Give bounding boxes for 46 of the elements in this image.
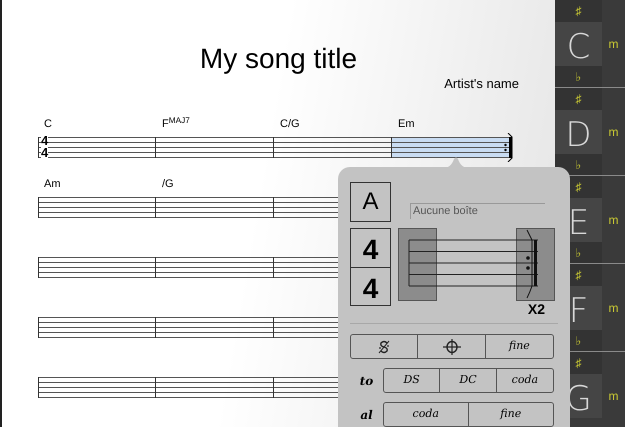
staff-measure[interactable]	[38, 257, 156, 278]
chord-symbol[interactable]: F$^{MAJ7}$	[162, 118, 190, 130]
staff-measure[interactable]	[156, 197, 274, 218]
chord-symbol[interactable]: C	[44, 118, 52, 130]
chord-symbol[interactable]: Em	[398, 118, 414, 130]
sharp-key[interactable]: ♯	[555, 88, 602, 110]
repeat-count: X2	[528, 302, 545, 317]
time-signature-bottom: 4	[41, 147, 48, 158]
staff-measure[interactable]	[274, 137, 392, 158]
chord-symbol[interactable]: Am	[44, 178, 60, 190]
staff-measure[interactable]: 4 4	[38, 137, 156, 158]
flat-key[interactable]: ♭	[555, 66, 602, 87]
jump-option-button[interactable]: DC	[440, 369, 497, 392]
sharp-key[interactable]: ♯	[555, 0, 602, 22]
jump-label: al	[359, 406, 374, 424]
jump-option-button[interactable]: DS	[384, 369, 440, 392]
artist-name[interactable]: Artist's name	[444, 76, 519, 92]
time-signature-top-button[interactable]: 4	[351, 229, 390, 268]
staff-measure[interactable]	[156, 137, 274, 158]
staff-measure[interactable]	[156, 257, 274, 278]
key-letter[interactable]: C	[555, 22, 602, 66]
minor-key[interactable]: m	[602, 110, 625, 154]
minor-key[interactable]: m	[602, 286, 625, 330]
staff-measure[interactable]	[38, 197, 156, 218]
jump-option-button[interactable]: fine	[468, 403, 553, 426]
jump-label: to	[358, 372, 374, 390]
minor-key[interactable]: m	[602, 374, 625, 418]
jump-option-button[interactable]: coda	[384, 403, 468, 426]
segno-icon	[377, 340, 392, 354]
chord-symbol[interactable]: /G	[162, 178, 174, 190]
time-signature-bottom-button[interactable]: 4	[351, 268, 390, 306]
staff-measure[interactable]	[156, 317, 274, 338]
jump-option-button[interactable]: coda	[496, 369, 554, 392]
song-title[interactable]: My song title	[200, 42, 358, 76]
minor-key[interactable]: m	[602, 22, 625, 66]
box-field[interactable]: Aucune boîte	[410, 203, 545, 219]
flat-key[interactable]: ♭	[555, 154, 602, 175]
minor-key[interactable]: m	[602, 198, 625, 242]
chord-symbol[interactable]: C/G	[280, 118, 300, 130]
staff-measure[interactable]	[38, 377, 156, 398]
staff-measure[interactable]	[38, 317, 156, 338]
coda-icon	[442, 338, 461, 354]
time-signature-top: 4	[41, 135, 48, 146]
rehearsal-mark-button[interactable]: A	[350, 182, 391, 222]
key-letter[interactable]: D	[555, 110, 602, 154]
staff-measure[interactable]	[156, 377, 274, 398]
